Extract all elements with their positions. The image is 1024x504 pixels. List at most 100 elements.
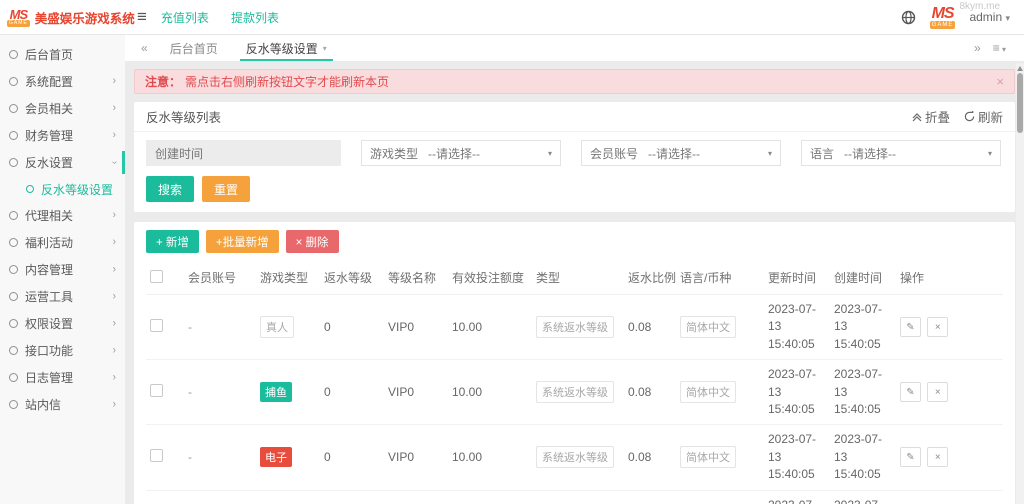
page-scrollbar[interactable]	[1016, 63, 1024, 504]
cell-account: -	[184, 425, 256, 490]
edit-button[interactable]: ✎	[900, 317, 921, 337]
sidebar-item[interactable]: 权限设置 ›	[0, 310, 125, 337]
chevron-right-icon: ›	[113, 290, 116, 302]
row-delete-button[interactable]: ×	[927, 317, 948, 337]
sidebar-item-label: 站内信	[25, 396, 61, 413]
filter-field-value: --请选择--	[428, 145, 538, 162]
column-header: 更新时间	[764, 263, 830, 295]
table-action-button[interactable]: +批量新增	[206, 230, 279, 253]
filter-field[interactable]: 创建时间	[146, 140, 341, 166]
chevron-down-icon: ▾	[1005, 13, 1010, 23]
tab-caret-icon: ▾	[323, 44, 327, 53]
scrollbar-thumb[interactable]	[1017, 73, 1023, 133]
edit-button[interactable]: ✎	[900, 447, 921, 467]
sidebar-item[interactable]: 后台首页	[0, 41, 125, 68]
brand-logo-icon: MS GAME	[7, 8, 30, 27]
sidebar-item[interactable]: 代理相关 ›	[0, 202, 125, 229]
sidebar-subitem[interactable]: 反水等级设置	[0, 176, 125, 202]
row-delete-button[interactable]: ×	[927, 382, 948, 402]
tab-label: 反水等级设置	[246, 40, 318, 57]
cell-rebate-ratio: 0.08	[624, 490, 676, 504]
sidebar-item-label: 权限设置	[25, 315, 73, 332]
chevron-right-icon: ›	[113, 129, 116, 141]
filter-field-label: 游戏类型	[370, 145, 418, 162]
row-checkbox[interactable]	[150, 449, 163, 462]
refresh-button[interactable]: 刷新	[964, 107, 1003, 126]
sidebar-item[interactable]: 财务管理 ›	[0, 122, 125, 149]
table-action-button[interactable]: × 删除	[286, 230, 339, 253]
sidebar-item[interactable]: 运营工具 ›	[0, 283, 125, 310]
filter-field[interactable]: 会员账号 --请选择-- ▾	[581, 140, 781, 166]
sidebar-item[interactable]: 站内信 ›	[0, 391, 125, 418]
reset-button[interactable]: 重置	[202, 176, 250, 202]
cell-type: 系统返水等级	[532, 490, 624, 504]
chevron-down-icon: ▾	[988, 149, 992, 158]
notice-prefix: 注意：	[145, 73, 181, 90]
chevron-right-icon: ›	[113, 344, 116, 356]
sidebar-item[interactable]: 反水设置 ›	[0, 149, 125, 176]
menu-circle-icon	[9, 211, 18, 220]
sidebar-item-label: 系统配置	[25, 73, 73, 90]
top-nav: 充值列表 提款列表	[161, 9, 301, 26]
tab-label: 后台首页	[170, 40, 218, 57]
select-all-checkbox[interactable]	[150, 270, 163, 283]
row-checkbox[interactable]	[150, 319, 163, 332]
tabs-scroll-right-icon[interactable]: »	[974, 41, 981, 55]
cell-rebate-level: 0	[320, 360, 384, 425]
search-button[interactable]: 搜索	[146, 176, 194, 202]
tabs-menu-icon[interactable]: ≡ ▾	[993, 41, 1006, 55]
cell-game-type: 真人	[256, 295, 320, 360]
sidebar-item[interactable]: 接口功能 ›	[0, 337, 125, 364]
cell-created-time: 2023-07-13 15:40:05	[830, 425, 896, 490]
cell-updated-time: 2023-07-13 15:40:05	[764, 295, 830, 360]
collapse-button[interactable]: 折叠	[912, 107, 950, 126]
globe-icon[interactable]	[901, 10, 916, 25]
filter-field-label: 会员账号	[590, 145, 638, 162]
hamburger-icon[interactable]: ≡	[137, 7, 147, 27]
column-header: 类型	[532, 263, 624, 295]
sidebar-item[interactable]: 福利活动 ›	[0, 229, 125, 256]
tabs-scroll-left-icon[interactable]: «	[141, 41, 148, 55]
collapse-icon	[912, 112, 922, 122]
notice-bar: 注意： 需点击右侧刷新按钮文字才能刷新本页 ×	[134, 69, 1015, 94]
scrollbar-up-icon[interactable]	[1017, 66, 1023, 71]
chevron-right-icon: ›	[113, 263, 116, 275]
user-menu[interactable]: admin ▾	[969, 10, 1010, 24]
tab[interactable]: 反水等级设置 ▾	[232, 35, 341, 61]
filter-panel-header: 反水等级列表 折叠 刷新	[134, 102, 1015, 132]
sidebar-item-label: 运营工具	[25, 288, 73, 305]
sidebar-item[interactable]: 日志管理 ›	[0, 364, 125, 391]
cell-rebate-ratio: 0.08	[624, 360, 676, 425]
cell-valid-bet: 10.00	[448, 295, 532, 360]
filter-field[interactable]: 游戏类型 --请选择-- ▾	[361, 140, 561, 166]
topnav-item[interactable]: 充值列表	[161, 11, 209, 25]
tab[interactable]: 后台首页 ▾	[156, 35, 232, 61]
tabbar-right: » ≡ ▾	[974, 41, 1016, 55]
sidebar-item[interactable]: 内容管理 ›	[0, 256, 125, 283]
sidebar-item-label: 后台首页	[25, 46, 73, 63]
filter-field-value: --请选择--	[844, 145, 978, 162]
row-delete-button[interactable]: ×	[927, 447, 948, 467]
notice-close-icon[interactable]: ×	[996, 74, 1004, 89]
sidebar-item[interactable]: 系统配置 ›	[0, 68, 125, 95]
menu-circle-icon	[9, 50, 18, 59]
game-type-badge: 捕鱼	[260, 382, 292, 402]
menu-circle-icon	[26, 185, 34, 193]
sidebar-item-label: 反水设置	[25, 154, 73, 171]
cell-created-time: 2023-07-13 15:40:05	[830, 360, 896, 425]
filter-row: 创建时间 游戏类型 --请选择-- ▾ 会员账号 --请选择-- ▾ 语言 --…	[134, 132, 1015, 172]
menu-circle-icon	[9, 158, 18, 167]
edit-button[interactable]: ✎	[900, 382, 921, 402]
column-header: 等级名称	[384, 263, 448, 295]
sidebar-item[interactable]: 会员相关 ›	[0, 95, 125, 122]
cell-checkbox	[146, 425, 184, 490]
topnav-item[interactable]: 提款列表	[231, 11, 279, 25]
filter-field[interactable]: 语言 --请选择-- ▾	[801, 140, 1001, 166]
row-checkbox[interactable]	[150, 384, 163, 397]
cell-valid-bet: 10.00	[448, 360, 532, 425]
tabs: 后台首页 ▾ 反水等级设置 ▾	[156, 35, 341, 61]
user-name: admin	[969, 10, 1002, 24]
top-header: MS GAME 美盛娱乐游戏系统 ≡ 充值列表提款列表 MS GAME admi…	[0, 0, 1024, 35]
game-type-badge: 真人	[260, 316, 294, 338]
table-action-button[interactable]: + 新增	[146, 230, 199, 253]
